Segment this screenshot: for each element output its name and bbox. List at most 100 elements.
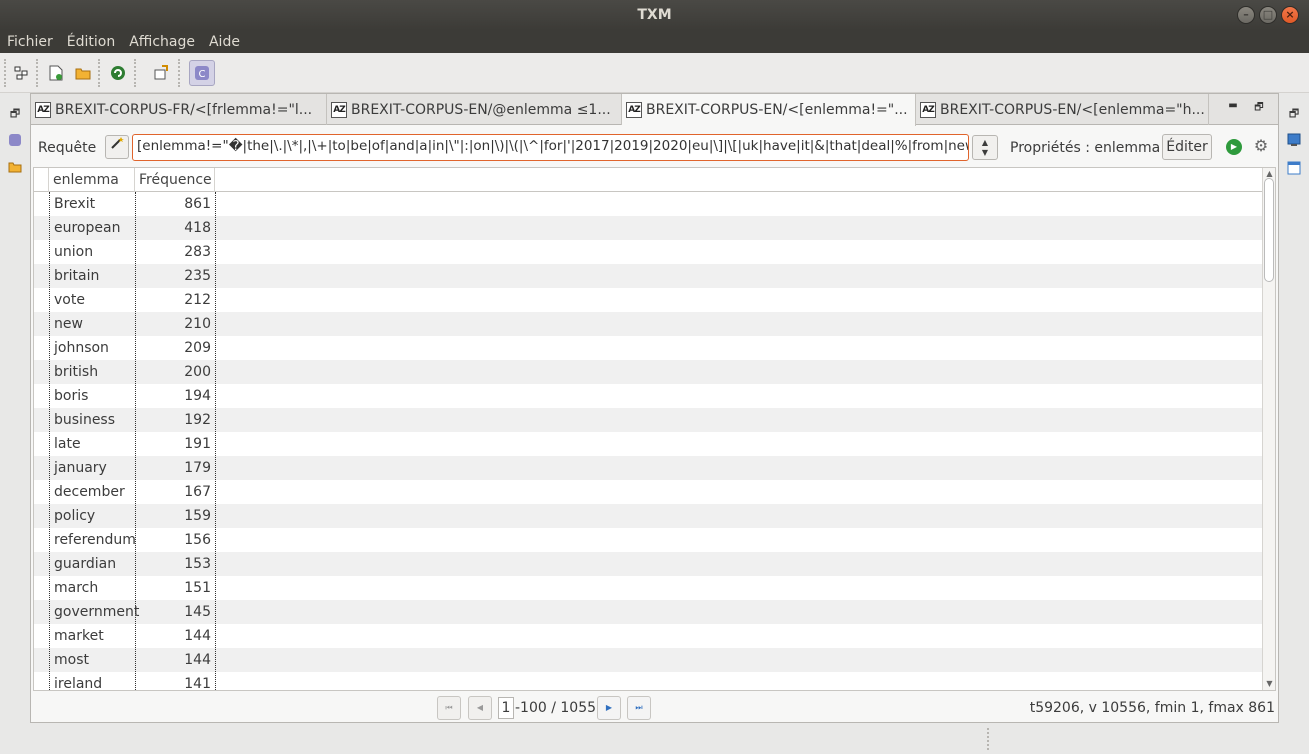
chevron-down-icon: ▼ xyxy=(981,148,989,157)
toolbar-separator xyxy=(98,59,100,87)
previous-page-button[interactable]: ◀ xyxy=(468,696,492,720)
cell-enlemma: britain xyxy=(54,268,100,284)
table-row[interactable]: new 210 xyxy=(34,312,1263,336)
tab-brexit-en-active[interactable]: AZ BREXIT-CORPUS-EN/<[enlemma!="... ⊠ xyxy=(622,94,916,126)
cell-enlemma: government xyxy=(54,604,140,620)
cell-frequence: 159 xyxy=(184,508,211,524)
minimize-view-icon[interactable]: ▬ xyxy=(1225,100,1241,116)
first-page-button[interactable]: ⏮ xyxy=(437,696,461,720)
table-row[interactable]: britain 235 xyxy=(34,264,1263,288)
cell-enlemma: johnson xyxy=(54,340,109,356)
table-row[interactable]: guardian 153 xyxy=(34,552,1263,576)
menu-affichage[interactable]: Affichage xyxy=(122,30,202,53)
cell-frequence: 153 xyxy=(184,556,211,572)
cell-enlemma: vote xyxy=(54,292,85,308)
table-row[interactable]: european 418 xyxy=(34,216,1263,240)
table-row[interactable]: referendum 156 xyxy=(34,528,1263,552)
tab-brexit-en-lemma[interactable]: AZ BREXIT-CORPUS-EN/@enlemma ≤1... xyxy=(327,94,622,125)
restore-view-icon[interactable]: 🗗 xyxy=(7,106,23,122)
corpus-view-icon[interactable] xyxy=(7,133,23,149)
menu-aide[interactable]: Aide xyxy=(202,30,247,53)
cell-frequence: 210 xyxy=(184,316,211,332)
pagination-bar: ⏮ ◀ 1 -100 / 10556 ▶ ⏭ t59206, v 10556, … xyxy=(31,694,1278,722)
lexicon-icon: AZ xyxy=(920,101,936,118)
cell-enlemma: ireland xyxy=(54,676,103,691)
toolbar-separator xyxy=(4,59,6,87)
table-row[interactable]: vote 212 xyxy=(34,288,1263,312)
column-header-enlemma[interactable]: enlemma xyxy=(49,168,135,192)
cell-frequence: 200 xyxy=(184,364,211,380)
cell-enlemma: boris xyxy=(54,388,89,404)
maximize-button[interactable]: □ xyxy=(1259,6,1277,24)
table-row[interactable]: government 145 xyxy=(34,600,1263,624)
table-row[interactable]: union 283 xyxy=(34,240,1263,264)
table-row[interactable]: policy 159 xyxy=(34,504,1263,528)
cell-frequence: 212 xyxy=(184,292,211,308)
table-row[interactable]: market 144 xyxy=(34,624,1263,648)
restore-view-icon[interactable]: 🗗 xyxy=(1286,106,1302,122)
table-row[interactable]: british 200 xyxy=(34,360,1263,384)
gear-icon[interactable]: ⚙ xyxy=(1252,137,1270,155)
new-file-icon[interactable] xyxy=(45,62,67,84)
properties-label: Propriétés : enlemma xyxy=(1010,140,1161,156)
vertical-scrollbar[interactable]: ▲ ▼ xyxy=(1262,168,1275,690)
column-header-frequence[interactable]: Fréquence xyxy=(135,168,215,192)
console-view-icon[interactable] xyxy=(1286,133,1302,149)
corpus-view-icon[interactable]: C xyxy=(189,60,215,86)
chevron-up-icon: ▲ xyxy=(981,138,989,147)
table-row[interactable]: Brexit 861 xyxy=(34,192,1263,216)
menu-fichier[interactable]: Fichier xyxy=(0,30,60,53)
refresh-icon[interactable] xyxy=(107,62,129,84)
history-spinner[interactable]: ▲ ▼ xyxy=(972,135,998,160)
lexicon-stats: t59206, v 10556, fmin 1, fmax 861 xyxy=(1029,700,1275,716)
toolbar-separator xyxy=(36,59,38,87)
menubar: Fichier Édition Affichage Aide xyxy=(0,30,1309,53)
edit-properties-button[interactable]: Éditer xyxy=(1162,134,1212,160)
open-folder-icon[interactable] xyxy=(72,62,94,84)
scroll-down-icon[interactable]: ▼ xyxy=(1265,679,1274,688)
maximize-view-icon[interactable]: 🗗 xyxy=(1251,100,1267,116)
cell-enlemma: most xyxy=(54,652,89,668)
menu-edition[interactable]: Édition xyxy=(60,30,122,53)
cell-frequence: 209 xyxy=(184,340,211,356)
tab-brexit-en-h[interactable]: AZ BREXIT-CORPUS-EN/<[enlemma="h... xyxy=(916,94,1209,125)
tab-brexit-fr[interactable]: AZ BREXIT-CORPUS-FR/<[frlemma!="l... xyxy=(31,94,327,125)
table-row[interactable]: december 167 xyxy=(34,480,1263,504)
window-view-icon[interactable] xyxy=(1286,161,1302,177)
scroll-thumb[interactable] xyxy=(1264,178,1274,282)
toolbar-separator xyxy=(178,59,180,87)
table-row[interactable]: march 151 xyxy=(34,576,1263,600)
table-row[interactable]: johnson 209 xyxy=(34,336,1263,360)
main-toolbar: C xyxy=(0,53,1309,93)
scroll-up-icon[interactable]: ▲ xyxy=(1265,169,1274,178)
cell-enlemma: january xyxy=(54,460,107,476)
folder-icon[interactable] xyxy=(7,161,23,177)
tab-label: BREXIT-CORPUS-FR/<[frlemma!="l... xyxy=(55,101,313,118)
cell-frequence: 145 xyxy=(184,604,211,620)
import-icon[interactable] xyxy=(150,62,172,84)
left-side-strip: 🗗 xyxy=(0,93,30,754)
run-query-icon[interactable]: ▶ xyxy=(1226,139,1242,155)
page-number-input[interactable]: 1 xyxy=(498,697,514,719)
table-row[interactable]: most 144 xyxy=(34,648,1263,672)
next-page-button[interactable]: ▶ xyxy=(597,696,621,720)
table-row[interactable]: late 191 xyxy=(34,432,1263,456)
table-row[interactable]: ireland 141 xyxy=(34,672,1263,691)
table-row[interactable]: january 179 xyxy=(34,456,1263,480)
query-input[interactable]: [enlemma!="�|the|\.|\*|,|\+|to|be|of|and… xyxy=(132,134,969,161)
query-assistant-button[interactable] xyxy=(105,135,129,159)
close-button[interactable]: × xyxy=(1281,6,1299,24)
status-separator xyxy=(987,728,989,750)
table-row[interactable]: boris 194 xyxy=(34,384,1263,408)
column-divider xyxy=(135,192,136,690)
workspace-icon[interactable] xyxy=(10,62,32,84)
right-side-strip: 🗗 xyxy=(1279,93,1309,754)
minimize-button[interactable]: – xyxy=(1237,6,1255,24)
lexicon-table: enlemma Fréquence Brexit 861 european 418 un… xyxy=(33,167,1276,691)
window-title: TXM xyxy=(637,7,672,23)
last-page-button[interactable]: ⏭ xyxy=(627,696,651,720)
cell-frequence: 192 xyxy=(184,412,211,428)
query-row: Requête [enlemma!="�|the|\.|\*|,|\+|to|b… xyxy=(31,126,1278,164)
table-row[interactable]: business 192 xyxy=(34,408,1263,432)
lexicon-icon: AZ xyxy=(331,101,347,118)
